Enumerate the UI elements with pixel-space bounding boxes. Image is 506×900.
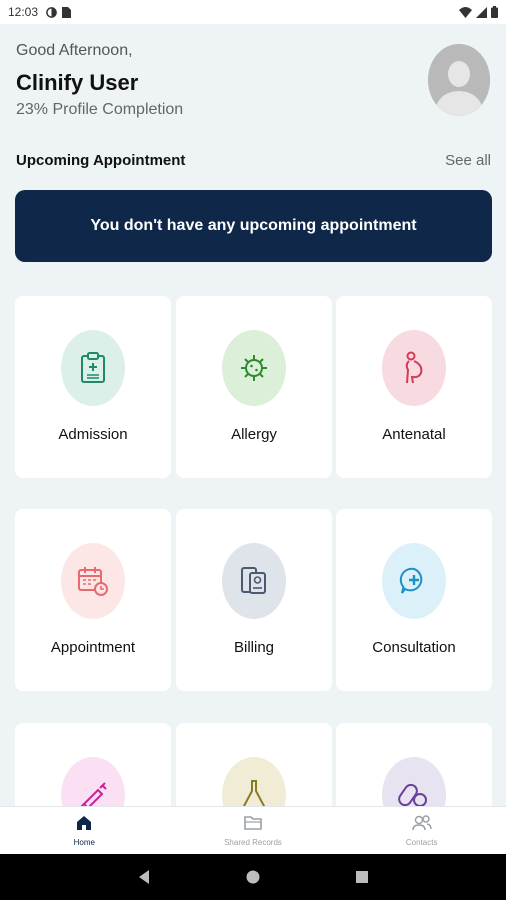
tile-antenatal[interactable]: Antenatal xyxy=(336,296,492,478)
system-nav-bar xyxy=(0,854,506,900)
clipboard-icon xyxy=(81,352,105,383)
folder-icon xyxy=(244,816,262,830)
tile-lab[interactable] xyxy=(176,723,332,806)
tab-home[interactable]: Home xyxy=(0,807,169,854)
status-time: 12:03 xyxy=(8,5,39,19)
chat-medical-icon xyxy=(399,567,423,594)
back-icon[interactable] xyxy=(137,869,151,885)
status-app-icon xyxy=(46,6,57,18)
contacts-icon xyxy=(411,815,432,831)
tile-label: Appointment xyxy=(50,639,136,656)
status-sim-icon xyxy=(62,6,72,18)
battery-icon xyxy=(491,6,498,18)
tab-label: Contacts xyxy=(405,838,438,847)
virus-icon xyxy=(241,355,267,381)
bottom-nav: Home Shared Records Contacts xyxy=(0,806,506,854)
home-circle-icon[interactable] xyxy=(245,869,261,885)
tile-admission[interactable]: Admission xyxy=(15,296,171,478)
greeting-text: Good Afternoon, xyxy=(16,42,133,59)
tile-label: Allergy xyxy=(231,426,277,443)
user-name: Clinify User xyxy=(16,70,139,95)
services-grid: Admission Allergy Antenatal Appointment … xyxy=(15,296,492,806)
tile-icon-circle xyxy=(222,543,286,619)
tile-medication[interactable] xyxy=(336,723,492,806)
calendar-clock-icon xyxy=(78,567,108,596)
recents-icon[interactable] xyxy=(355,870,369,884)
signal-icon xyxy=(476,6,487,18)
tile-consultation[interactable]: Consultation xyxy=(336,509,492,691)
tile-icon-circle xyxy=(222,330,286,406)
status-bar: 12:03 xyxy=(0,0,506,24)
tile-icon-circle xyxy=(382,330,446,406)
pregnant-icon xyxy=(405,351,423,384)
profile-completion-text: 23% Profile Completion xyxy=(16,101,184,118)
tab-label: Shared Records xyxy=(224,838,282,847)
tab-label: Home xyxy=(73,838,95,847)
tile-allergy[interactable]: Allergy xyxy=(176,296,332,478)
wifi-icon xyxy=(459,6,472,18)
tile-label: Admission xyxy=(58,426,128,443)
tile-icon-circle xyxy=(382,543,446,619)
tile-label: Consultation xyxy=(372,639,456,656)
tile-label: Billing xyxy=(233,639,275,656)
user-placeholder-icon xyxy=(428,44,490,116)
avatar[interactable] xyxy=(428,44,490,116)
tile-immunization[interactable] xyxy=(15,723,171,806)
pills-icon xyxy=(398,783,427,806)
tab-contacts[interactable]: Contacts xyxy=(337,807,506,854)
tile-icon-circle xyxy=(222,757,286,806)
no-appointment-message: You don't have any upcoming appointment xyxy=(90,217,417,234)
tile-label: Antenatal xyxy=(382,426,446,443)
see-all-link[interactable]: See all xyxy=(445,152,491,169)
no-appointment-banner: You don't have any upcoming appointment xyxy=(15,190,492,262)
tile-icon-circle xyxy=(61,330,125,406)
home-icon xyxy=(77,816,92,830)
syringe-icon xyxy=(80,782,107,806)
tile-billing[interactable]: Billing xyxy=(176,509,332,691)
tile-icon-circle xyxy=(61,543,125,619)
upcoming-appointment-title: Upcoming Appointment xyxy=(16,152,186,169)
flask-icon xyxy=(242,780,266,806)
tile-appointment[interactable]: Appointment xyxy=(15,509,171,691)
tile-icon-circle xyxy=(61,757,125,806)
billing-icon xyxy=(241,567,266,594)
tab-shared-records[interactable]: Shared Records xyxy=(169,807,338,854)
tile-icon-circle xyxy=(382,757,446,806)
